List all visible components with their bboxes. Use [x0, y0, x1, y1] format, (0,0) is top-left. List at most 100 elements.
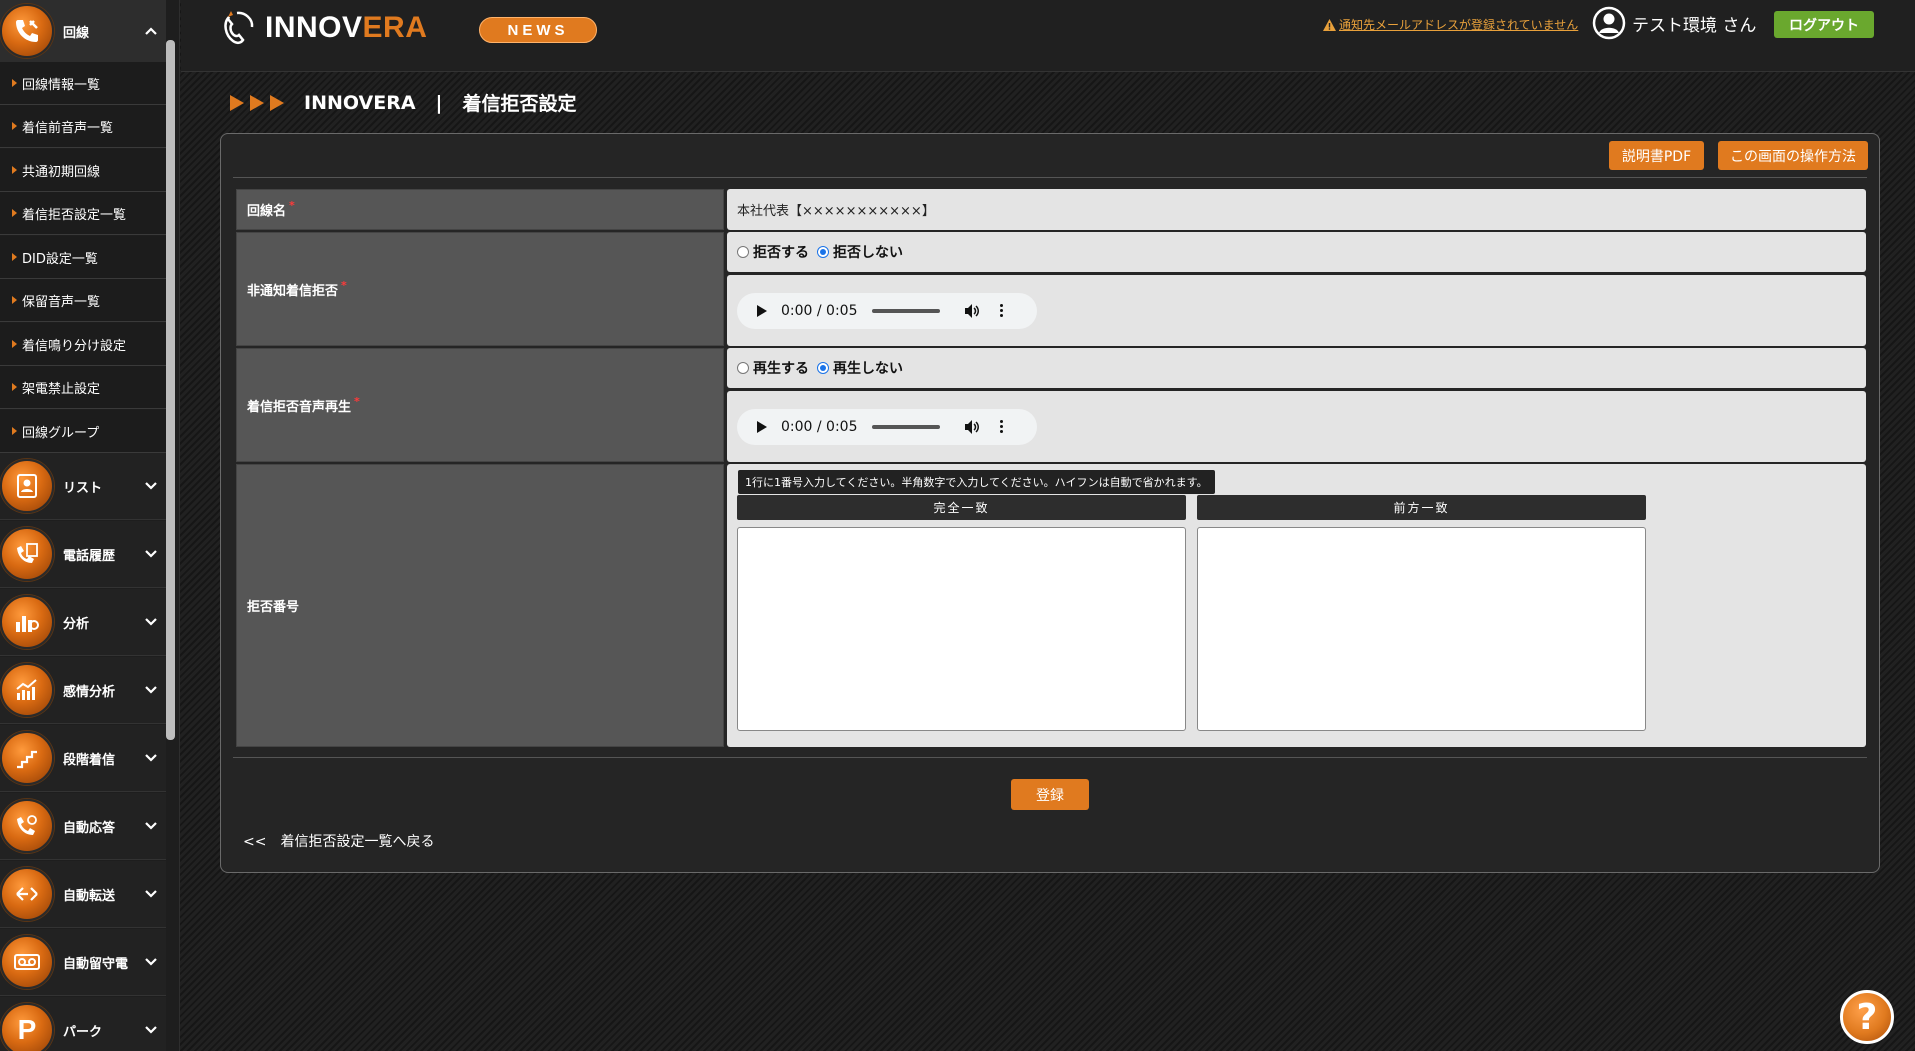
reject-audio-player-cell: 0:00 / 0:05 [727, 391, 1866, 462]
required-mark: * [341, 278, 347, 292]
exact-match-textarea[interactable] [737, 527, 1186, 731]
sidebar-item-voicemail[interactable]: 自動留守電 [0, 929, 166, 996]
sidebar-item-staged-incoming[interactable]: 段階着信 [0, 725, 166, 792]
sidebar-subitem-pre-call-audio[interactable]: 着信前音声一覧 [0, 105, 166, 148]
reject-numbers-cell: 1行に1番号入力してください。半角数字で入力してください。ハイフンは自動で省かれ… [727, 464, 1866, 747]
sidebar-item-park[interactable]: P パーク [0, 997, 166, 1051]
call-history-icon [0, 527, 54, 581]
stairs-icon [0, 731, 54, 785]
trend-chart-icon [0, 663, 54, 717]
caret-right-icon [12, 209, 17, 217]
reject-audio-options: 再生する 再生しない [727, 348, 1866, 388]
audio-progress-slider[interactable] [871, 308, 940, 313]
prefix-match-header: 前方一致 [1197, 495, 1646, 520]
audio-time: 0:00 / 0:05 [781, 418, 858, 435]
caret-right-icon [12, 166, 17, 174]
chevron-down-icon [140, 890, 162, 898]
settings-panel: 説明書PDF この画面の操作方法 回線名 * 本社代表【×××××××××××】 … [220, 133, 1880, 873]
sidebar-subitem-line-group[interactable]: 回線グループ [0, 410, 166, 453]
voicemail-icon [0, 935, 54, 989]
back-to-list-link[interactable]: << 着信拒否設定一覧へ戻る [243, 831, 434, 851]
register-button[interactable]: 登録 [1011, 779, 1089, 810]
more-options-icon[interactable] [999, 304, 1003, 317]
anonymous-reject-label: 非通知着信拒否 * [236, 232, 724, 346]
howto-button[interactable]: この画面の操作方法 [1718, 141, 1868, 170]
chevron-down-icon [140, 482, 162, 490]
chevron-up-icon [140, 27, 162, 35]
sidebar-item-sentiment-analysis[interactable]: 感情分析 [0, 657, 166, 724]
user-menu[interactable]: テスト環境 さん [1592, 6, 1756, 40]
logo-text: INNOVERA [265, 11, 428, 44]
sidebar-subitem-common-initial-line[interactable]: 共通初期回線 [0, 149, 166, 192]
radio-circle[interactable] [737, 362, 749, 374]
forward-call-icon [0, 867, 54, 921]
audio-player[interactable]: 0:00 / 0:05 [737, 292, 1037, 329]
reject-numbers-label: 拒否番号 [236, 464, 724, 747]
news-button[interactable]: NEWS [479, 17, 597, 43]
sidebar-item-call-history[interactable]: 電話履歴 [0, 521, 166, 588]
radio-reject[interactable]: 拒否する [737, 242, 809, 262]
volume-icon[interactable] [964, 419, 980, 435]
help-button[interactable]: ? [1840, 990, 1894, 1044]
line-name-label: 回線名 * [236, 189, 724, 230]
anonymous-reject-audio-cell: 0:00 / 0:05 [727, 275, 1866, 346]
innovera-logo[interactable]: INNOVERA [219, 9, 427, 47]
radio-play[interactable]: 再生する [737, 358, 809, 378]
volume-icon[interactable] [964, 303, 980, 319]
sidebar-item-list[interactable]: リスト [0, 453, 166, 520]
audio-progress-slider[interactable] [871, 424, 940, 429]
breadcrumb-site: INNOVERA [304, 91, 416, 114]
topbar: INNOVERA NEWS 通知先メールアドレスが登録されていません テスト環境… [181, 0, 1915, 72]
play-icon[interactable] [757, 304, 767, 317]
sidebar-subitem-reject-settings[interactable]: 着信拒否設定一覧 [0, 192, 166, 235]
contact-list-icon [0, 459, 54, 513]
sidebar-subitem-did-settings[interactable]: DID設定一覧 [0, 236, 166, 279]
radio-no-play[interactable]: 再生しない [817, 358, 903, 378]
sidebar-item-analysis[interactable]: 分析 [0, 589, 166, 656]
sidebar-subitem-outbound-block[interactable]: 架電禁止設定 [0, 366, 166, 409]
row-line-name: 回線名 * 本社代表【×××××××××××】 [236, 189, 1866, 230]
audio-player[interactable]: 0:00 / 0:05 [737, 408, 1037, 445]
parking-icon: P [0, 1003, 54, 1051]
more-options-icon[interactable] [999, 420, 1003, 433]
row-anonymous-reject: 非通知着信拒否 * 拒否する 拒否しない 0:00 / 0:05 [236, 232, 1866, 346]
required-mark: * [289, 199, 295, 212]
chevron-down-icon [140, 1026, 162, 1034]
line-name-value: 本社代表【×××××××××××】 [727, 189, 1866, 230]
chevron-down-icon [140, 822, 162, 830]
required-mark: * [354, 394, 360, 408]
sidebar: 回線 回線情報一覧 着信前音声一覧 共通初期回線 着信拒否設定一覧 DID設定一… [0, 0, 180, 1051]
sidebar-item-auto-forward[interactable]: 自動転送 [0, 861, 166, 928]
chevron-down-icon [140, 618, 162, 626]
caret-right-icon [12, 427, 17, 435]
radio-circle[interactable] [737, 246, 749, 258]
chevron-down-icon [140, 550, 162, 558]
breadcrumb-arrows-icon [230, 94, 284, 111]
divider [233, 757, 1867, 758]
anonymous-reject-options: 拒否する 拒否しない [727, 232, 1866, 272]
sidebar-item-line[interactable]: 回線 [0, 0, 166, 62]
sidebar-item-auto-response[interactable]: 自動応答 [0, 793, 166, 860]
sidebar-subitem-hold-audio[interactable]: 保留音声一覧 [0, 279, 166, 322]
sidebar-subitem-line-info[interactable]: 回線情報一覧 [0, 62, 166, 105]
caret-right-icon [12, 340, 17, 348]
radio-circle-selected[interactable] [817, 246, 829, 258]
warning-icon [1323, 18, 1336, 31]
user-avatar-icon [1592, 6, 1626, 40]
sidebar-scrollbar[interactable] [166, 40, 175, 740]
radio-no-reject[interactable]: 拒否しない [817, 242, 903, 262]
prefix-match-textarea[interactable] [1197, 527, 1646, 731]
sidebar-subitem-ring-distinction[interactable]: 着信鳴り分け設定 [0, 323, 166, 366]
caret-right-icon [12, 253, 17, 261]
user-name: テスト環境 さん [1632, 15, 1757, 36]
radio-circle-selected[interactable] [817, 362, 829, 374]
bar-chart-icon [0, 595, 54, 649]
manual-pdf-button[interactable]: 説明書PDF [1609, 141, 1704, 170]
email-notice-link[interactable]: 通知先メールアドレスが登録されていません [1323, 16, 1578, 33]
caret-right-icon [12, 296, 17, 304]
logout-button[interactable]: ログアウト [1774, 11, 1874, 38]
play-icon[interactable] [757, 420, 767, 433]
phone-chat-icon [0, 799, 54, 853]
caret-right-icon [12, 79, 17, 87]
divider [233, 177, 1867, 178]
